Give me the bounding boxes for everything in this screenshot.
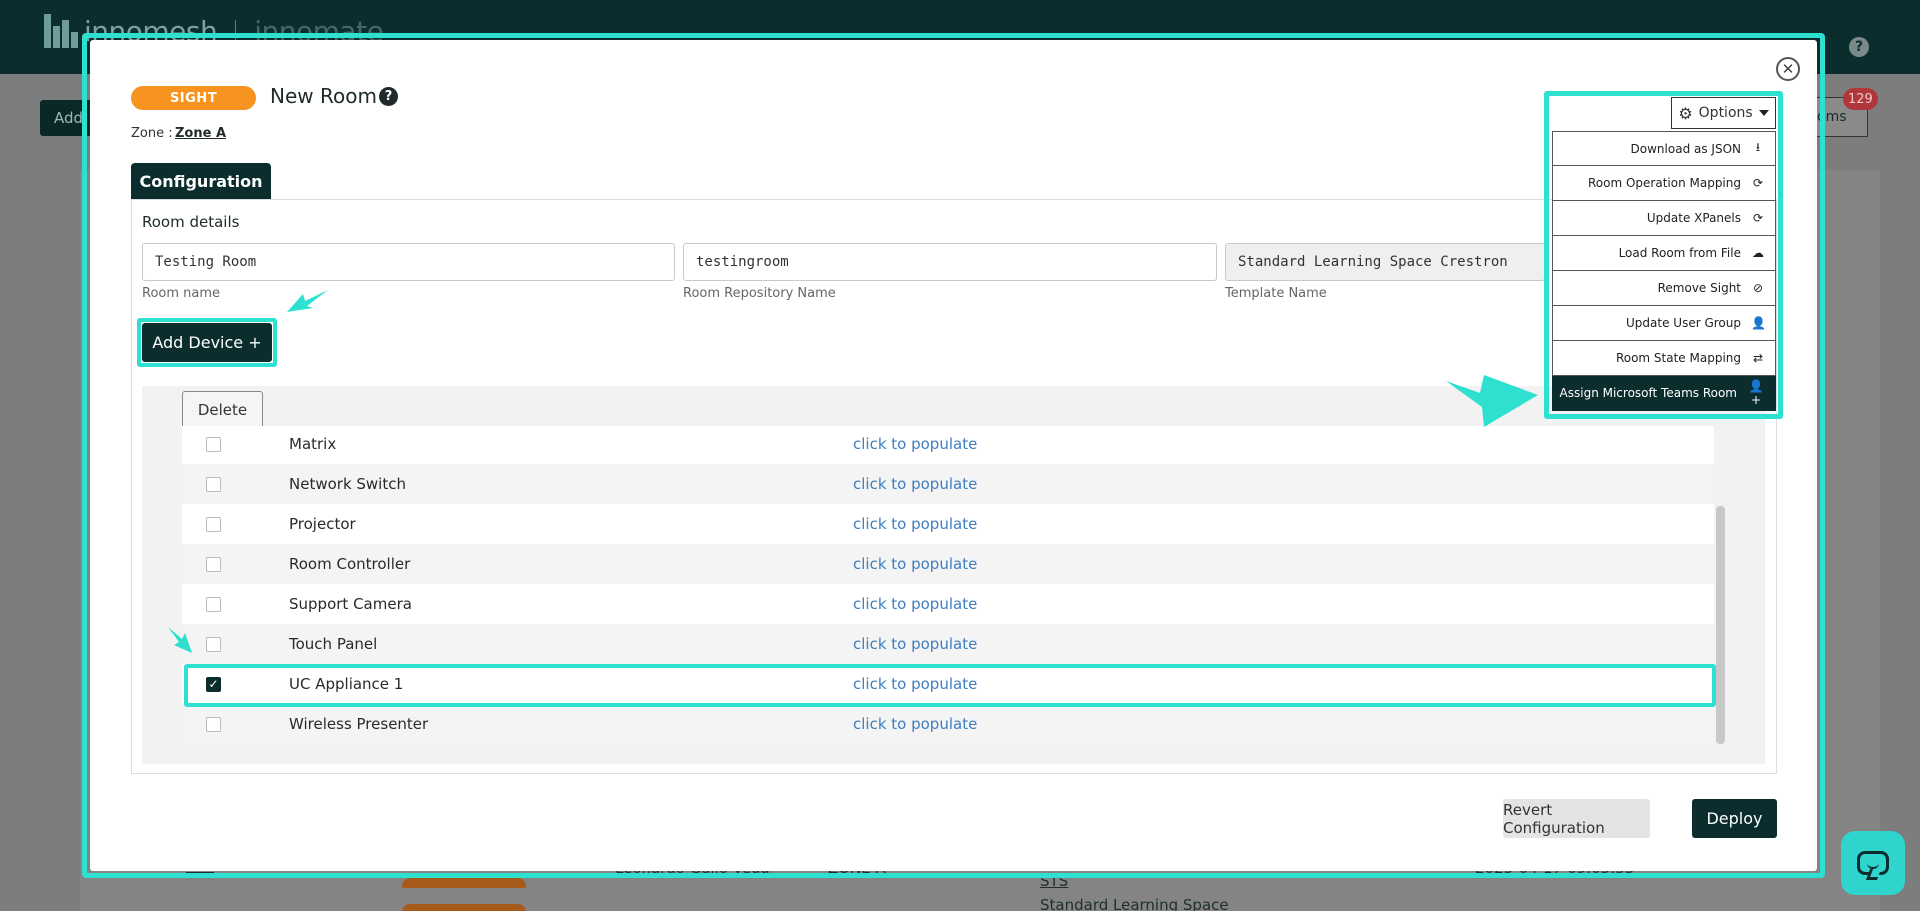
populate-link[interactable]: click to populate — [853, 475, 977, 493]
row-checkbox[interactable] — [206, 636, 221, 652]
table-row: Matrix click to populate — [182, 426, 1714, 464]
menu-item-assign-microsoft-teams-room[interactable]: Assign Microsoft Teams Room 👤+ — [1552, 376, 1776, 411]
device-name: Touch Panel — [289, 635, 378, 653]
room-repository-name-label: Room Repository Name — [683, 286, 836, 301]
table-row: Projector click to populate — [182, 504, 1714, 544]
options-label: Options — [1698, 105, 1753, 121]
eye-slash-icon: ⊘ — [1752, 281, 1764, 295]
populate-link[interactable]: click to populate — [853, 515, 977, 533]
sight-badge: SIGHT — [131, 86, 256, 110]
zone-link[interactable]: Zone A — [175, 126, 226, 141]
rooms-count-badge: 129 — [1843, 88, 1878, 110]
row-checkbox[interactable] — [206, 516, 221, 532]
chat-bubble-icon — [1857, 851, 1889, 875]
exchange-icon: ⇄ — [1752, 351, 1764, 365]
row-checkbox[interactable] — [206, 436, 221, 452]
table-row: ✓ UC Appliance 1 click to populate — [182, 664, 1714, 704]
sync-icon: ⟳ — [1752, 211, 1764, 225]
bg-row-template: Standard Learning Space — [1040, 896, 1229, 911]
populate-link[interactable]: click to populate — [853, 635, 977, 653]
populate-link[interactable]: click to populate — [853, 555, 977, 573]
row-checkbox[interactable] — [206, 596, 221, 612]
help-icon[interactable]: ? — [1849, 37, 1869, 57]
table-row: Room Controller click to populate — [182, 544, 1714, 584]
chat-button[interactable] — [1841, 831, 1905, 895]
caret-down-icon — [1758, 110, 1769, 116]
bg-row-sts: STS — [1040, 872, 1069, 890]
populate-link[interactable]: click to populate — [853, 435, 977, 453]
room-name-label: Room name — [142, 286, 221, 301]
populate-link[interactable]: click to populate — [853, 595, 977, 613]
logo-mark-icon — [44, 14, 78, 48]
table-row: Support Camera click to populate — [182, 584, 1714, 624]
menu-item-remove-sight[interactable]: Remove Sight ⊘ — [1552, 271, 1776, 306]
menu-item-load-room-from-file[interactable]: Load Room from File ☁ — [1552, 236, 1776, 271]
device-name: Wireless Presenter — [289, 715, 429, 733]
populate-link[interactable]: click to populate — [853, 675, 977, 693]
close-icon[interactable]: ✕ — [1776, 57, 1800, 81]
gear-icon: ⚙ — [1678, 103, 1693, 123]
user-plus-icon: 👤+ — [1748, 379, 1764, 407]
row-checkbox-checked[interactable]: ✓ — [206, 676, 221, 692]
table-row: Network Switch click to populate — [182, 464, 1714, 504]
template-name-label: Template Name — [1225, 286, 1327, 301]
room-repository-name-input[interactable]: testingroom — [683, 243, 1217, 281]
menu-item-room-state-mapping[interactable]: Room State Mapping ⇄ — [1552, 341, 1776, 376]
row-checkbox[interactable] — [206, 476, 221, 492]
tab-configuration[interactable]: Configuration — [131, 163, 271, 199]
table-row: Wireless Presenter click to populate — [182, 704, 1714, 744]
zone-label: Zone : — [131, 126, 173, 141]
sync-icon: ⟳ — [1752, 176, 1764, 190]
table-row: Touch Panel click to populate — [182, 624, 1714, 664]
cloud-upload-icon: ☁ — [1752, 246, 1764, 260]
menu-item-update-xpanels[interactable]: Update XPanels ⟳ — [1552, 201, 1776, 236]
device-list-scrollbar[interactable] — [1716, 506, 1725, 744]
download-icon: ⭳ — [1755, 140, 1761, 154]
row-checkbox[interactable] — [206, 716, 221, 732]
menu-item-download-json[interactable]: Download as JSON ⭳ — [1552, 131, 1776, 166]
revert-configuration-button[interactable]: Revert Configuration — [1503, 799, 1650, 838]
row-checkbox[interactable] — [206, 556, 221, 572]
device-list: Matrix click to populate Network Switch … — [182, 426, 1714, 746]
help-icon[interactable]: ? — [379, 87, 398, 106]
device-name: Support Camera — [289, 595, 412, 613]
menu-item-update-user-group[interactable]: Update User Group 👤 — [1552, 306, 1776, 341]
add-device-button[interactable]: Add Device + — [142, 323, 272, 362]
device-name: Room Controller — [289, 555, 411, 573]
device-name: Network Switch — [289, 475, 406, 493]
user-icon: 👤 — [1751, 316, 1766, 330]
page-title: New Room — [270, 84, 377, 108]
options-menu: Download as JSON ⭳ Room Operation Mappin… — [1552, 131, 1776, 411]
room-name-input[interactable]: Testing Room — [142, 243, 675, 281]
template-name-input: Standard Learning Space Crestron — [1225, 243, 1545, 281]
device-name: Matrix — [289, 435, 337, 453]
device-name: Projector — [289, 515, 356, 533]
delete-button[interactable]: Delete — [182, 391, 263, 429]
deploy-button[interactable]: Deploy — [1692, 799, 1777, 838]
room-details-title: Room details — [142, 213, 240, 231]
device-name: UC Appliance 1 — [289, 675, 404, 693]
menu-item-room-operation-mapping[interactable]: Room Operation Mapping ⟳ — [1552, 166, 1776, 201]
options-dropdown-button[interactable]: ⚙ Options — [1671, 97, 1776, 129]
populate-link[interactable]: click to populate — [853, 715, 977, 733]
